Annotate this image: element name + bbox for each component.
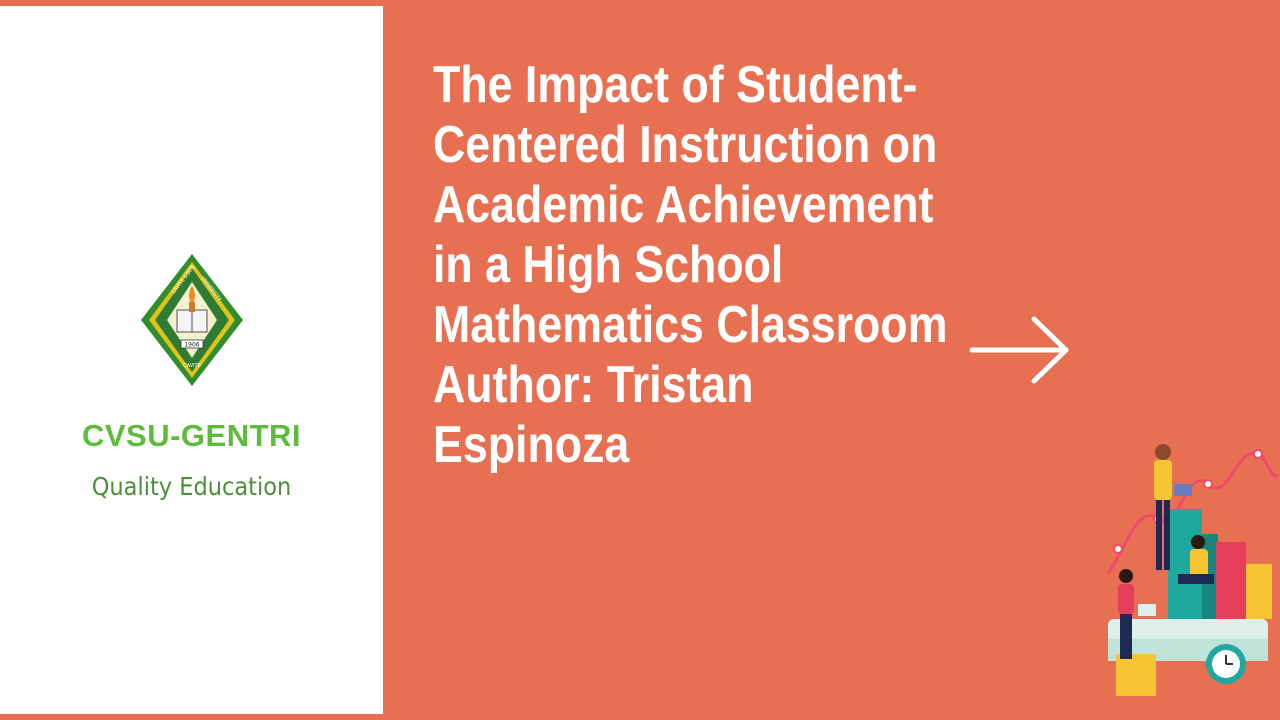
logo-year-text: 1906 [184,342,199,349]
title-line: Centered Instruction on [433,116,938,174]
title-line: The Impact of Student- [433,56,918,114]
presentation-title: The Impact of Student- Centered Instruct… [433,55,1035,475]
author-line: Author: Tristan [433,356,754,414]
org-name: CVSU-GENTRI [81,418,302,453]
right-arrow-icon [969,316,1069,384]
university-logo: 1906 CAVITE CAVITE STATE UNIVERSITY [141,254,243,386]
title-line: Academic Achievement [433,176,934,234]
title-line: in a High School [433,236,784,294]
logo-bottom-text: CAVITE [183,363,201,369]
students-with-charts-illustration [1106,444,1280,696]
author-line: Espinoza [433,416,630,474]
left-panel: 1906 CAVITE CAVITE STATE UNIVERSITY CVSU… [0,6,383,714]
title-line: Mathematics Classroom [433,296,948,354]
tagline: Quality Education [91,472,292,501]
